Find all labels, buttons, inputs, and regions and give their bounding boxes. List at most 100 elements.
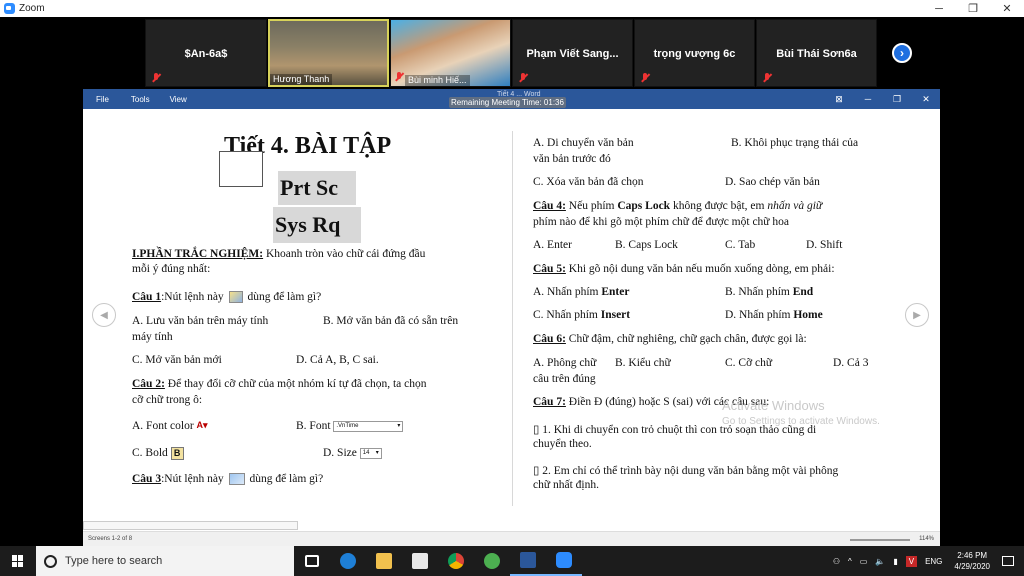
zoom-icon[interactable] [546,546,582,576]
battery-icon[interactable]: ▮ [893,557,897,566]
participant-tile[interactable]: $An-6a$ [145,19,267,87]
answer-b: B. Nhấn phím End [725,286,814,298]
answer-b: B. Caps Lock [615,239,678,251]
maximize-button[interactable]: ❐ [956,0,990,17]
statement-2: ▯ 2. Em chỉ có thể trình bày nội dung vă… [533,465,839,477]
participant-name: Bùi minh Hiế... [405,75,470,86]
muted-mic-icon [518,73,528,83]
participant-video-tile[interactable]: Bùi minh Hiế... [390,19,511,87]
minimize-button[interactable]: ─ [922,0,956,17]
participant-tile[interactable]: Phạm Viết Sang... [512,19,633,87]
taskbar: Type here to search ⚇ ^ ▭ 🔈 ▮ V ENG 2:46… [0,546,1024,576]
statement-1-cont: chuyển theo. [533,438,592,450]
network-icon[interactable]: ▭ [860,557,868,566]
answer-c: C. Cỡ chữ [725,357,773,369]
start-button[interactable] [0,546,36,576]
task-view-icon[interactable] [294,546,330,576]
answer-d: D. Shift [806,239,843,251]
participant-name: Bùi Thái Sơn6a [776,48,857,60]
answer-d: D. Sao chép văn bản [725,176,820,188]
word-icon[interactable] [510,546,546,576]
answer-a: A. Font color A▾ [132,420,217,432]
answer-d-cont: câu trên đúng [533,373,596,385]
participant-name: Phạm Viết Sang... [526,48,619,60]
close-button[interactable]: ✕ [990,0,1024,17]
clock[interactable]: 2:46 PM 4/29/2020 [954,550,990,572]
store-icon[interactable] [402,546,438,576]
answer-a: A. Di chuyển văn bản [533,137,634,149]
answer-a-cont: máy tính [132,331,173,343]
answer-a: A. Phông chữ [533,357,597,369]
volume-icon[interactable]: 🔈 [875,557,885,566]
answer-c: C. Xóa văn bản đã chọn [533,176,644,188]
next-page-icon[interactable]: › [892,43,912,63]
menu-view[interactable]: View [170,95,187,104]
answer-d: D. Cả A, B, C sai. [296,354,379,366]
answer-d: D. Nhấn phím Home [725,309,823,321]
word-menubar: File Tools View Tiết 4 ... Word Remainin… [83,89,940,109]
language-indicator[interactable]: ENG [925,557,942,566]
zoom-logo-icon [4,3,15,14]
menu-file[interactable]: File [96,95,109,104]
antivirus-icon[interactable]: V [905,555,918,567]
minimize-button[interactable]: ─ [854,89,882,109]
people-icon[interactable]: ⚇ [833,557,840,566]
answer-c: C. Bold B [132,447,184,460]
question-4-cont: phím nào để khi gõ một phím chữ để được … [533,216,790,228]
close-button[interactable]: ✕ [912,89,940,109]
bold-icon: B [170,447,184,460]
participant-name: Hương Thanh [270,74,333,85]
notification-icon[interactable] [1002,556,1014,566]
answer-c: C. Tab [725,239,756,251]
fullscreen-icon[interactable]: ⊠ [825,89,853,109]
muted-mic-icon [640,73,650,83]
word-statusbar: Screens 1-2 of 8 114% [83,531,940,546]
answer-c: C. Nhấn phím Insert [533,309,631,321]
question-3: Câu 3:Nút lệnh này dùng để làm gì? [132,473,324,486]
edge-icon[interactable] [330,546,366,576]
screen: Zoom ─ ❐ ✕ $An-6a$ Hương Thanh Bùi minh … [0,0,1024,576]
menu-tools[interactable]: Tools [131,95,150,104]
document-page: Tiết 4. BÀI TẬP Prt Sc Sys Rq I.PHẦN TRẮ… [83,109,940,527]
meeting-time-badge: Remaining Meeting Time: 01:36 [449,97,566,108]
column-divider [512,131,513,506]
question-2-cont: cỡ chữ trong ô: [132,394,203,406]
font-select: .VnTime [333,420,404,432]
chevron-up-icon[interactable]: ^ [848,557,852,566]
previous-page-icon[interactable]: ◀ [92,303,116,327]
search-icon [44,554,57,568]
participant-video-tile[interactable]: Hương Thanh [268,19,389,87]
participant-name: trọng vượng 6c [653,48,736,60]
system-tray: ⚇ ^ ▭ 🔈 ▮ V ENG 2:46 PM 4/29/2020 [829,546,1024,576]
answer-a: A. Enter [533,239,572,251]
next-page-icon[interactable]: ▶ [905,303,929,327]
answer-c: C. Mở văn bản mới [132,354,222,366]
answer-d: D. Size 14 [323,447,382,459]
participant-name: $An-6a$ [184,48,228,60]
chrome-icon[interactable] [438,546,474,576]
section-intro: mỗi ý đúng nhất: [132,263,211,275]
shared-screen-word: File Tools View Tiết 4 ... Word Remainin… [83,89,940,546]
answer-b: B. Khôi phục trạng thái của [731,137,859,149]
maximize-button[interactable]: ❐ [883,89,911,109]
question-6: Câu 6: Chữ đậm, chữ nghiêng, chữ gạch ch… [533,333,807,345]
open-file-icon [228,291,243,304]
app-green-icon[interactable] [474,546,510,576]
font-color-icon: A▾ [196,420,208,431]
zoom-slider[interactable] [850,539,910,541]
file-explorer-icon[interactable] [366,546,402,576]
question-1: Câu 1:Nút lệnh này dùng để làm gì? [132,291,322,304]
undo-icon [228,473,245,486]
horizontal-scrollbar[interactable] [83,521,298,530]
windows-logo-icon [12,555,24,567]
sysrq-label: Sys Rq [273,207,361,243]
participant-tile[interactable]: trọng vượng 6c [634,19,755,87]
section-heading: I.PHẦN TRẮC NGHIỆM: Khoanh tròn vào chữ … [132,248,426,260]
muted-mic-icon [151,73,161,83]
participant-tile[interactable]: Bùi Thái Sơn6a [756,19,877,87]
blank-box [219,151,263,187]
question-5: Câu 5: Khi gõ nội dung văn bản nếu muốn … [533,263,835,275]
answer-b: B. Kiểu chữ [615,357,671,369]
answer-a-cont: văn bản trước đó [533,153,611,165]
taskbar-search[interactable]: Type here to search [36,546,294,576]
